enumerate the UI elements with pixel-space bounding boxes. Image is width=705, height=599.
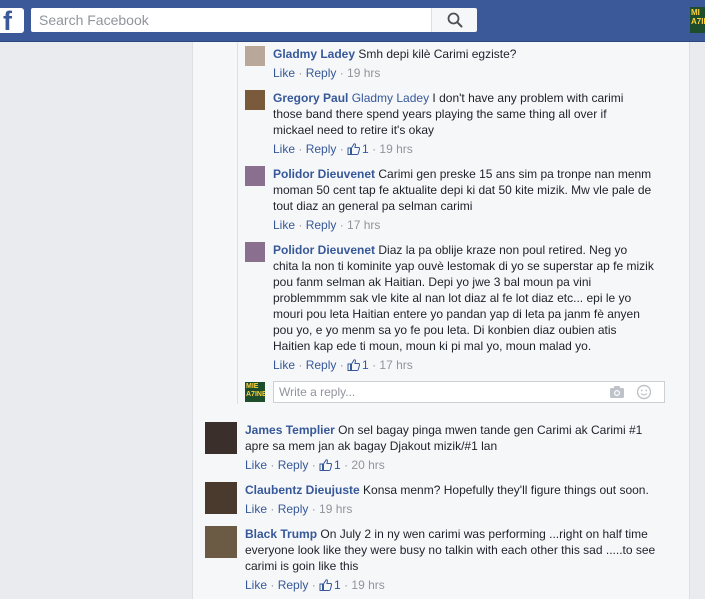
avatar[interactable] <box>245 166 265 186</box>
comment-time[interactable]: 20 hrs <box>351 458 384 472</box>
like-button[interactable]: Like <box>245 502 267 516</box>
comment-time[interactable]: 19 hrs <box>351 578 384 592</box>
avatar[interactable] <box>205 526 237 558</box>
comment-author[interactable]: Polidor Dieuvenet <box>273 243 375 257</box>
like-count[interactable]: 1 <box>362 142 369 156</box>
page-avatar-text: MI A7IN <box>691 8 705 26</box>
comments-panel: Gladmy Ladey Smh depi kilè Carimi egzist… <box>192 42 690 599</box>
current-user-avatar-text: MIE A7INE <box>246 383 265 398</box>
comment-author[interactable]: Polidor Dieuvenet <box>273 167 375 181</box>
like-button[interactable]: Like <box>273 142 295 156</box>
facebook-logo-letter: f <box>3 8 12 33</box>
comment-actions: Like · Reply · 1 · 19 hrs <box>273 142 413 156</box>
top-navigation-bar: f MI A7IN <box>0 0 705 42</box>
avatar[interactable] <box>205 482 237 514</box>
page-avatar-thumbnail[interactable]: MI A7IN <box>690 7 705 33</box>
comment-body: Polidor Dieuvenet Carimi gen preske 15 a… <box>273 166 655 233</box>
like-thumb-icon <box>319 459 333 471</box>
comment-mention[interactable]: Gladmy Ladey <box>352 91 429 105</box>
reply-button[interactable]: Reply <box>306 358 337 372</box>
write-reply-row: MIE A7INE <box>245 381 665 403</box>
comment-actions: Like · Reply · 19 hrs <box>245 502 353 516</box>
reply-button[interactable]: Reply <box>306 66 337 80</box>
like-count[interactable]: 1 <box>362 358 369 372</box>
avatar[interactable] <box>205 422 237 454</box>
comment-time[interactable]: 19 hrs <box>347 66 380 80</box>
like-button[interactable]: Like <box>273 66 295 80</box>
like-button[interactable]: Like <box>245 578 267 592</box>
comment-actions: Like · Reply · 1 · 19 hrs <box>245 578 385 592</box>
current-user-avatar: MIE A7INE <box>245 382 265 402</box>
comment-body: Gladmy Ladey Smh depi kilè Carimi egzist… <box>273 46 665 81</box>
comment-actions: Like · Reply · 19 hrs <box>273 66 381 80</box>
comment-text: Smh depi kilè Carimi egziste? <box>358 47 517 61</box>
like-button[interactable]: Like <box>273 218 295 232</box>
comment-actions: Like · Reply · 17 hrs <box>273 218 381 232</box>
reply-button[interactable]: Reply <box>278 578 309 592</box>
avatar[interactable] <box>245 90 265 110</box>
comment-text: Konsa menm? Hopefully they'll figure thi… <box>363 483 649 497</box>
comment-author[interactable]: James Templier <box>245 423 335 437</box>
like-button[interactable]: Like <box>273 358 295 372</box>
like-count[interactable]: 1 <box>334 578 341 592</box>
like-thumb-icon <box>347 359 361 371</box>
search-icon <box>447 12 462 28</box>
search-button[interactable] <box>431 8 477 32</box>
comment-author[interactable]: Black Trump <box>245 527 317 541</box>
comment-time[interactable]: 19 hrs <box>319 502 352 516</box>
avatar[interactable] <box>245 242 265 262</box>
comment-author[interactable]: Gladmy Ladey <box>273 47 355 61</box>
reply-button[interactable]: Reply <box>306 142 337 156</box>
comment-time[interactable]: 17 hrs <box>347 218 380 232</box>
comment-text: Diaz la pa oblije kraze non poul retired… <box>273 243 654 353</box>
comment-time[interactable]: 19 hrs <box>379 142 412 156</box>
search-input[interactable] <box>31 8 431 32</box>
comment-time[interactable]: 17 hrs <box>379 358 412 372</box>
comment-actions: Like · Reply · 1 · 20 hrs <box>245 458 385 472</box>
reply-button[interactable]: Reply <box>278 458 309 472</box>
like-thumb-icon <box>319 579 333 591</box>
comment-body: James Templier On sel bagay pinga mwen t… <box>245 422 655 473</box>
comment-author[interactable]: Gregory Paul <box>273 91 348 105</box>
reply-input-box[interactable] <box>273 381 665 403</box>
comment-author[interactable]: Claubentz Dieujuste <box>245 483 360 497</box>
avatar[interactable] <box>245 46 265 66</box>
search-box[interactable] <box>31 8 431 32</box>
comment-body: Gregory Paul Gladmy Ladey I don't have a… <box>273 90 643 157</box>
like-button[interactable]: Like <box>245 458 267 472</box>
comment-body: Claubentz Dieujuste Konsa menm? Hopefull… <box>245 482 665 517</box>
comment-body: Polidor Dieuvenet Diaz la pa oblije kraz… <box>273 242 655 373</box>
like-count[interactable]: 1 <box>334 458 341 472</box>
comment-body: Black Trump On July 2 in ny wen carimi w… <box>245 526 657 593</box>
comment-actions: Like · Reply · 1 · 17 hrs <box>273 358 413 372</box>
reply-button[interactable]: Reply <box>278 502 309 516</box>
reply-button[interactable]: Reply <box>306 218 337 232</box>
emoji-icon[interactable] <box>636 384 652 400</box>
facebook-logo-icon[interactable]: f <box>0 8 24 33</box>
camera-icon[interactable] <box>609 385 625 399</box>
reply-input[interactable] <box>274 382 604 402</box>
like-thumb-icon <box>347 143 361 155</box>
